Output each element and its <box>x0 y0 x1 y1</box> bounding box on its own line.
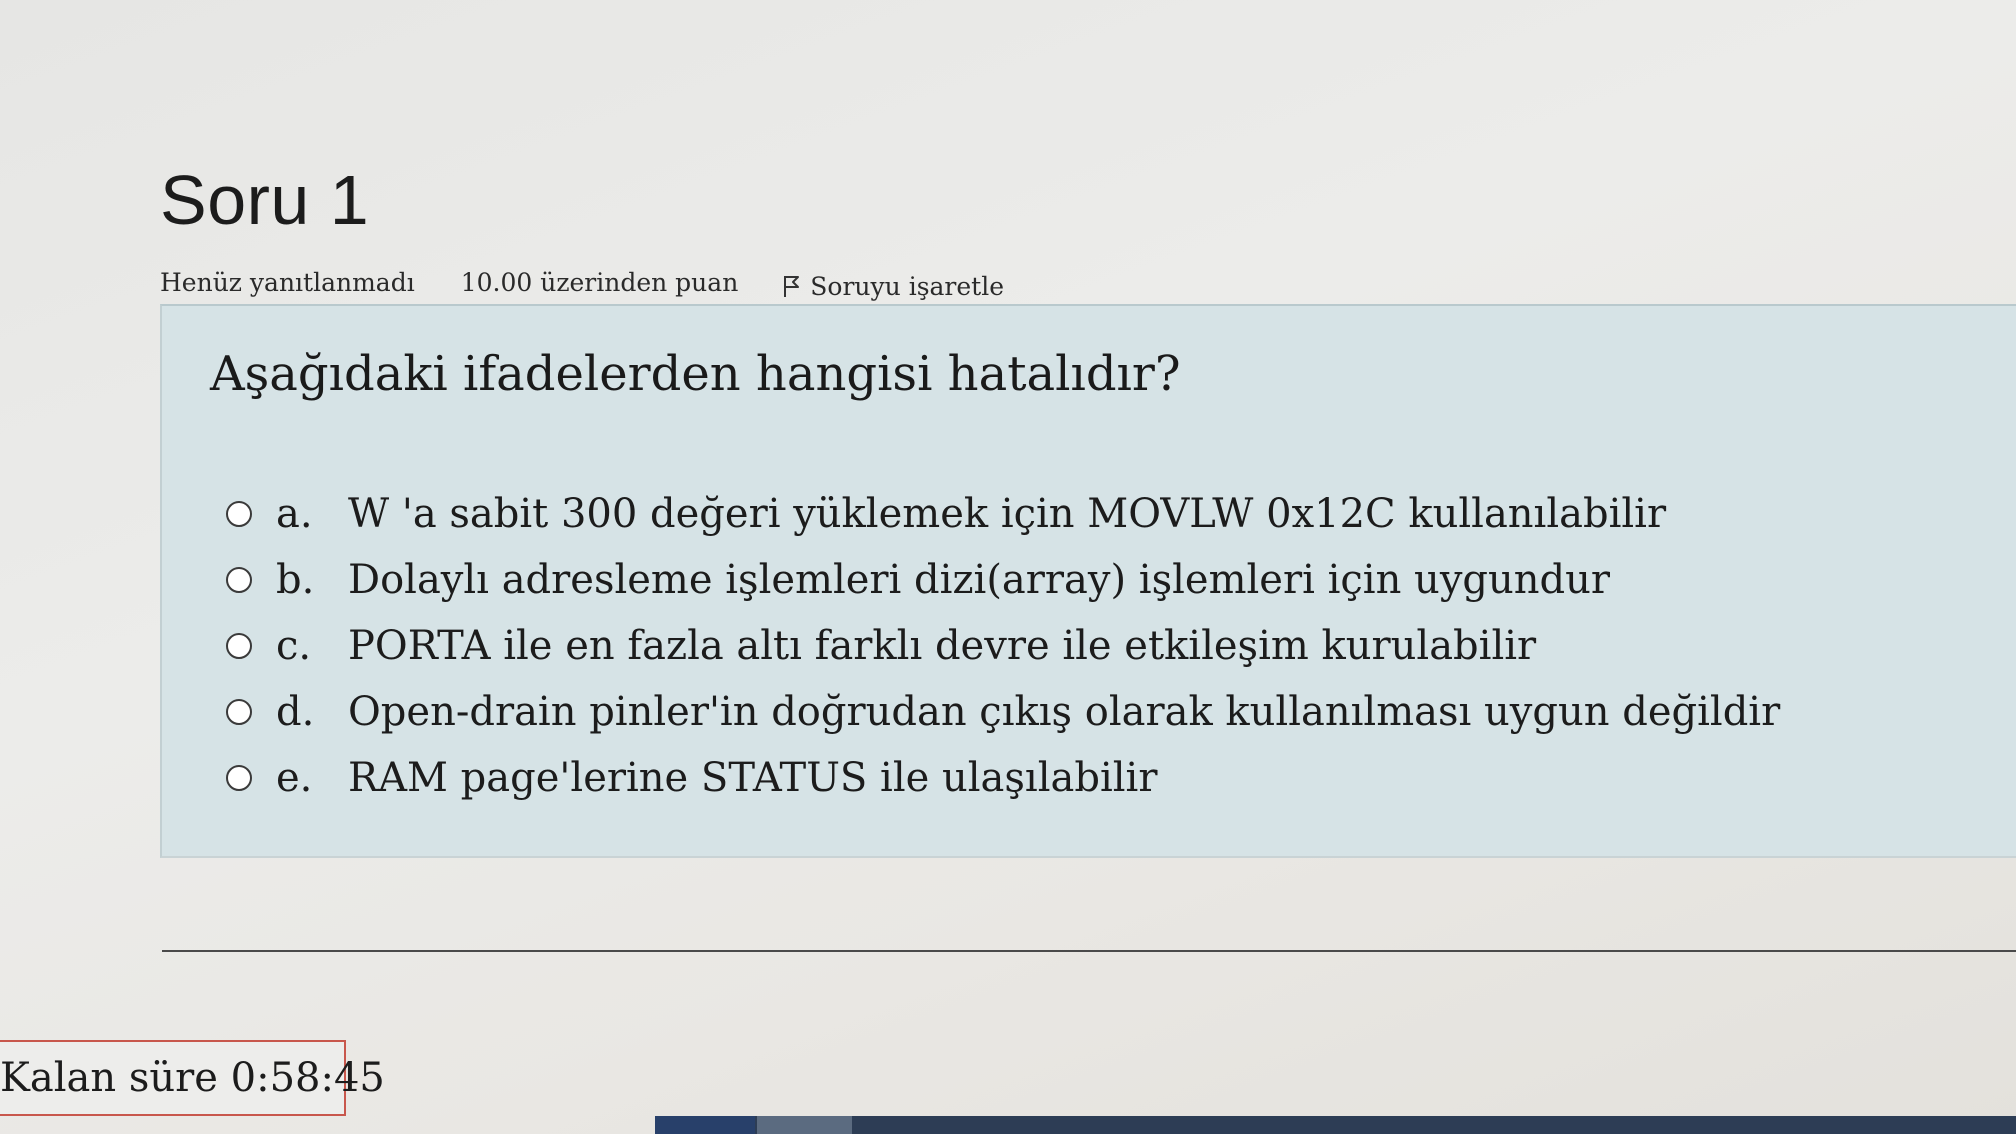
answer-list: a. W 'a sabit 300 değeri yüklemek için M… <box>226 481 1780 811</box>
question-points: 10.00 üzerinden puan <box>460 267 739 297</box>
answer-letter: e. <box>276 755 313 801</box>
question-number-title: Soru 1 <box>160 161 370 239</box>
answer-option-a[interactable]: a. W 'a sabit 300 değeri yüklemek için M… <box>226 481 1780 547</box>
answer-letter: b. <box>276 557 315 603</box>
answer-option-e[interactable]: e. RAM page'lerine STATUS ile ulaşılabil… <box>226 745 1780 811</box>
radio-unchecked-icon[interactable] <box>226 633 252 659</box>
quiz-page: Soru 1 Henüz yanıtlanmadı 10.00 üzerinde… <box>0 0 2016 1134</box>
answer-text: Open-drain pinler'in doğrudan çıkış olar… <box>348 689 1781 735</box>
answer-letter: a. <box>276 491 313 537</box>
answer-option-c[interactable]: c. PORTA ile en fazla altı farklı devre … <box>226 613 1780 679</box>
answer-text: PORTA ile en fazla altı farklı devre ile… <box>348 623 1537 669</box>
radio-unchecked-icon[interactable] <box>226 765 252 791</box>
remaining-time-label: Kalan süre 0:58:45 <box>0 1055 385 1101</box>
radio-unchecked-icon[interactable] <box>226 699 252 725</box>
flag-question-label: Soruyu işaretle <box>810 271 1005 301</box>
question-text: Aşağıdaki ifadelerden hangisi hatalıdır? <box>210 346 1181 402</box>
answer-option-d[interactable]: d. Open-drain pinler'in doğrudan çıkış o… <box>226 679 1780 745</box>
section-divider <box>162 950 2016 952</box>
answer-text: W 'a sabit 300 değeri yüklemek için MOVL… <box>348 491 1667 537</box>
taskbar-item[interactable] <box>655 1116 755 1134</box>
answer-status: Henüz yanıtlanmadı <box>160 267 415 297</box>
question-box: Aşağıdaki ifadelerden hangisi hatalıdır?… <box>160 304 2016 858</box>
radio-unchecked-icon[interactable] <box>226 567 252 593</box>
answer-letter: c. <box>276 623 312 669</box>
answer-letter: d. <box>276 689 315 735</box>
answer-option-b[interactable]: b. Dolaylı adresleme işlemleri dizi(arra… <box>226 547 1780 613</box>
taskbar-item[interactable] <box>757 1116 852 1134</box>
taskbar <box>655 1116 2016 1134</box>
answer-text: Dolaylı adresleme işlemleri dizi(array) … <box>348 557 1611 603</box>
flag-question-link[interactable]: Soruyu işaretle <box>782 272 1004 301</box>
remaining-time-box: Kalan süre 0:58:45 <box>0 1040 385 1116</box>
flag-icon <box>784 276 800 297</box>
answer-text: RAM page'lerine STATUS ile ulaşılabilir <box>348 755 1158 801</box>
question-info-row: Henüz yanıtlanmadı 10.00 üzerinden puan … <box>160 262 1004 302</box>
radio-unchecked-icon[interactable] <box>226 501 252 527</box>
